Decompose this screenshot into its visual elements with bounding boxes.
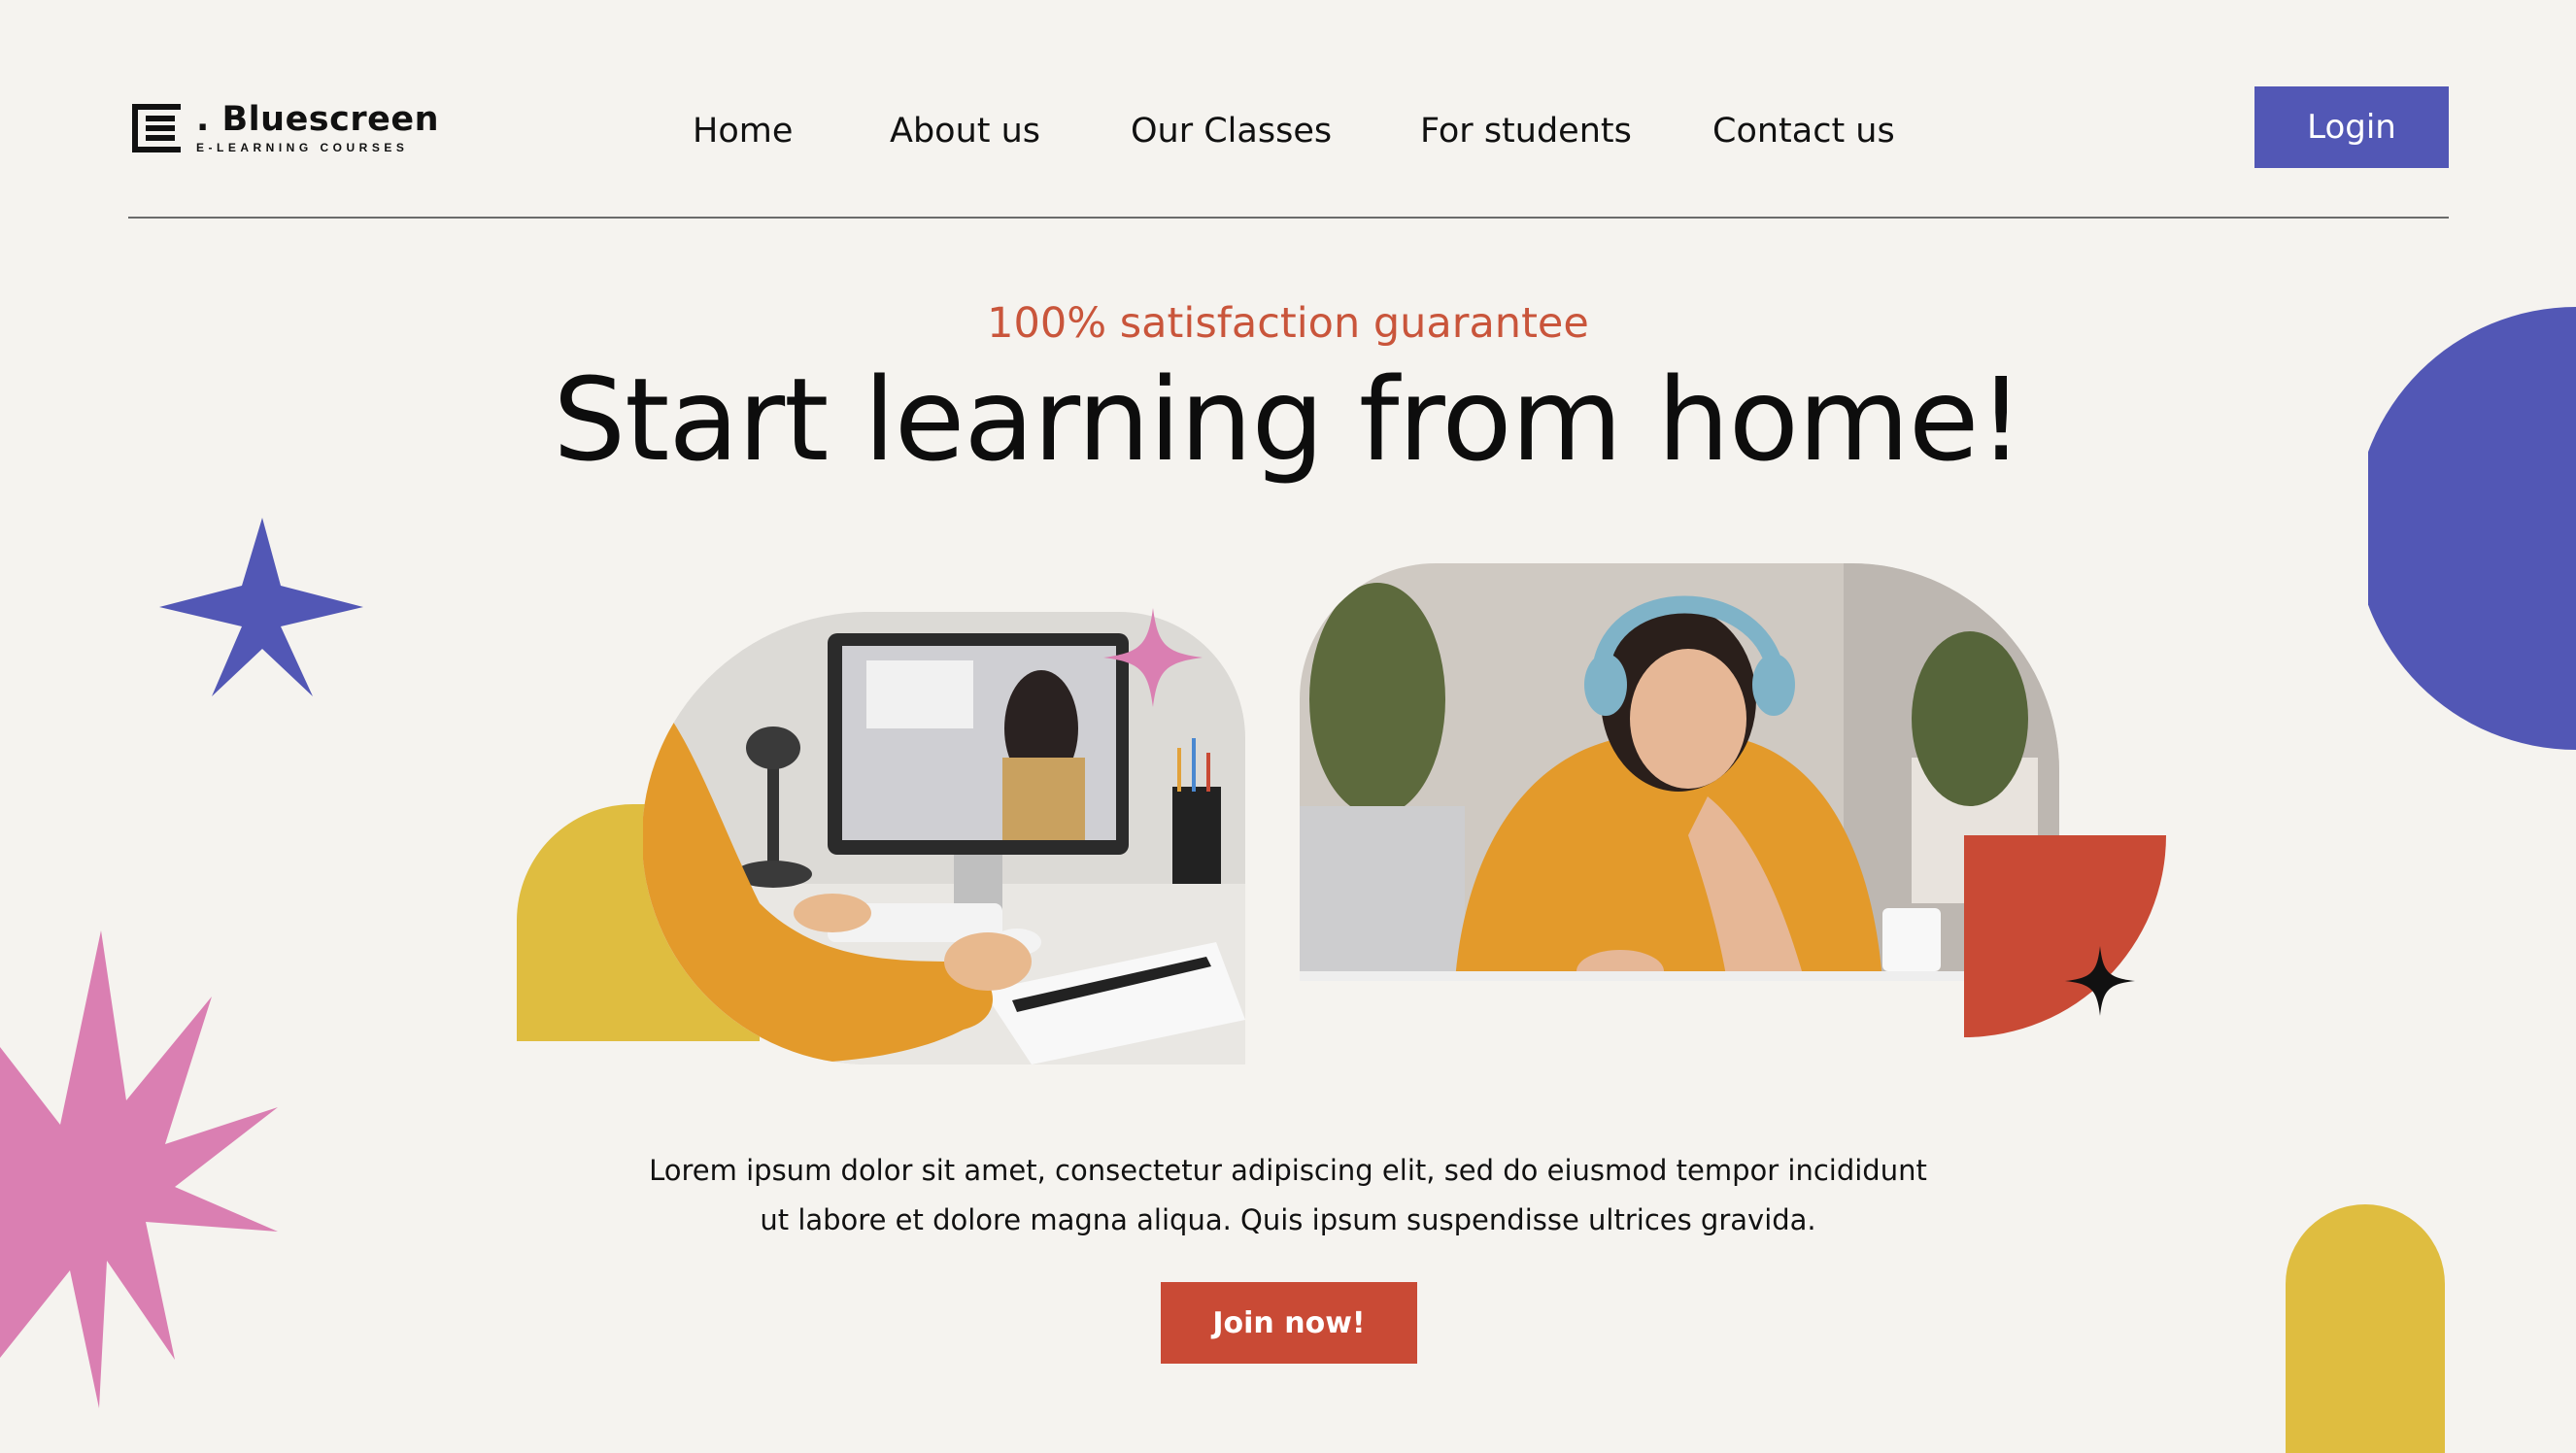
yellow-arch-shape [2286, 1204, 2445, 1453]
blue-star-icon [159, 518, 363, 696]
hero-description: Lorem ipsum dolor sit amet, consectetur … [608, 1146, 1968, 1245]
hero-eyebrow: 100% satisfaction guarantee [987, 299, 1589, 348]
nav-for-students[interactable]: For students [1420, 107, 1632, 155]
hero-description-line-1: Lorem ipsum dolor sit amet, consectetur … [649, 1154, 1927, 1187]
nav-home[interactable]: Home [693, 107, 793, 155]
nav-contact-us[interactable]: Contact us [1712, 107, 1895, 155]
main-nav: Home About us Our Classes For students C… [0, 107, 2576, 155]
landing-page: . Bluescreen E-LEARNING COURSES Home Abo… [0, 0, 2576, 1453]
nav-about-us[interactable]: About us [890, 107, 1040, 155]
hero-description-line-2: ut labore et dolore magna aliqua. Quis i… [760, 1203, 1816, 1236]
nav-our-classes[interactable]: Our Classes [1131, 107, 1332, 155]
hero-title: Start learning from home! [553, 353, 2024, 487]
header-divider [128, 217, 2449, 219]
pink-starburst-icon [0, 930, 278, 1408]
black-sparkle-icon [2065, 946, 2135, 1016]
login-button[interactable]: Login [2254, 86, 2449, 168]
student-with-headphones-photo [1300, 563, 2059, 981]
blue-half-circle-shape [2368, 307, 2576, 750]
join-now-button[interactable]: Join now! [1161, 1282, 1417, 1364]
pink-sparkle-icon [1103, 608, 1203, 707]
